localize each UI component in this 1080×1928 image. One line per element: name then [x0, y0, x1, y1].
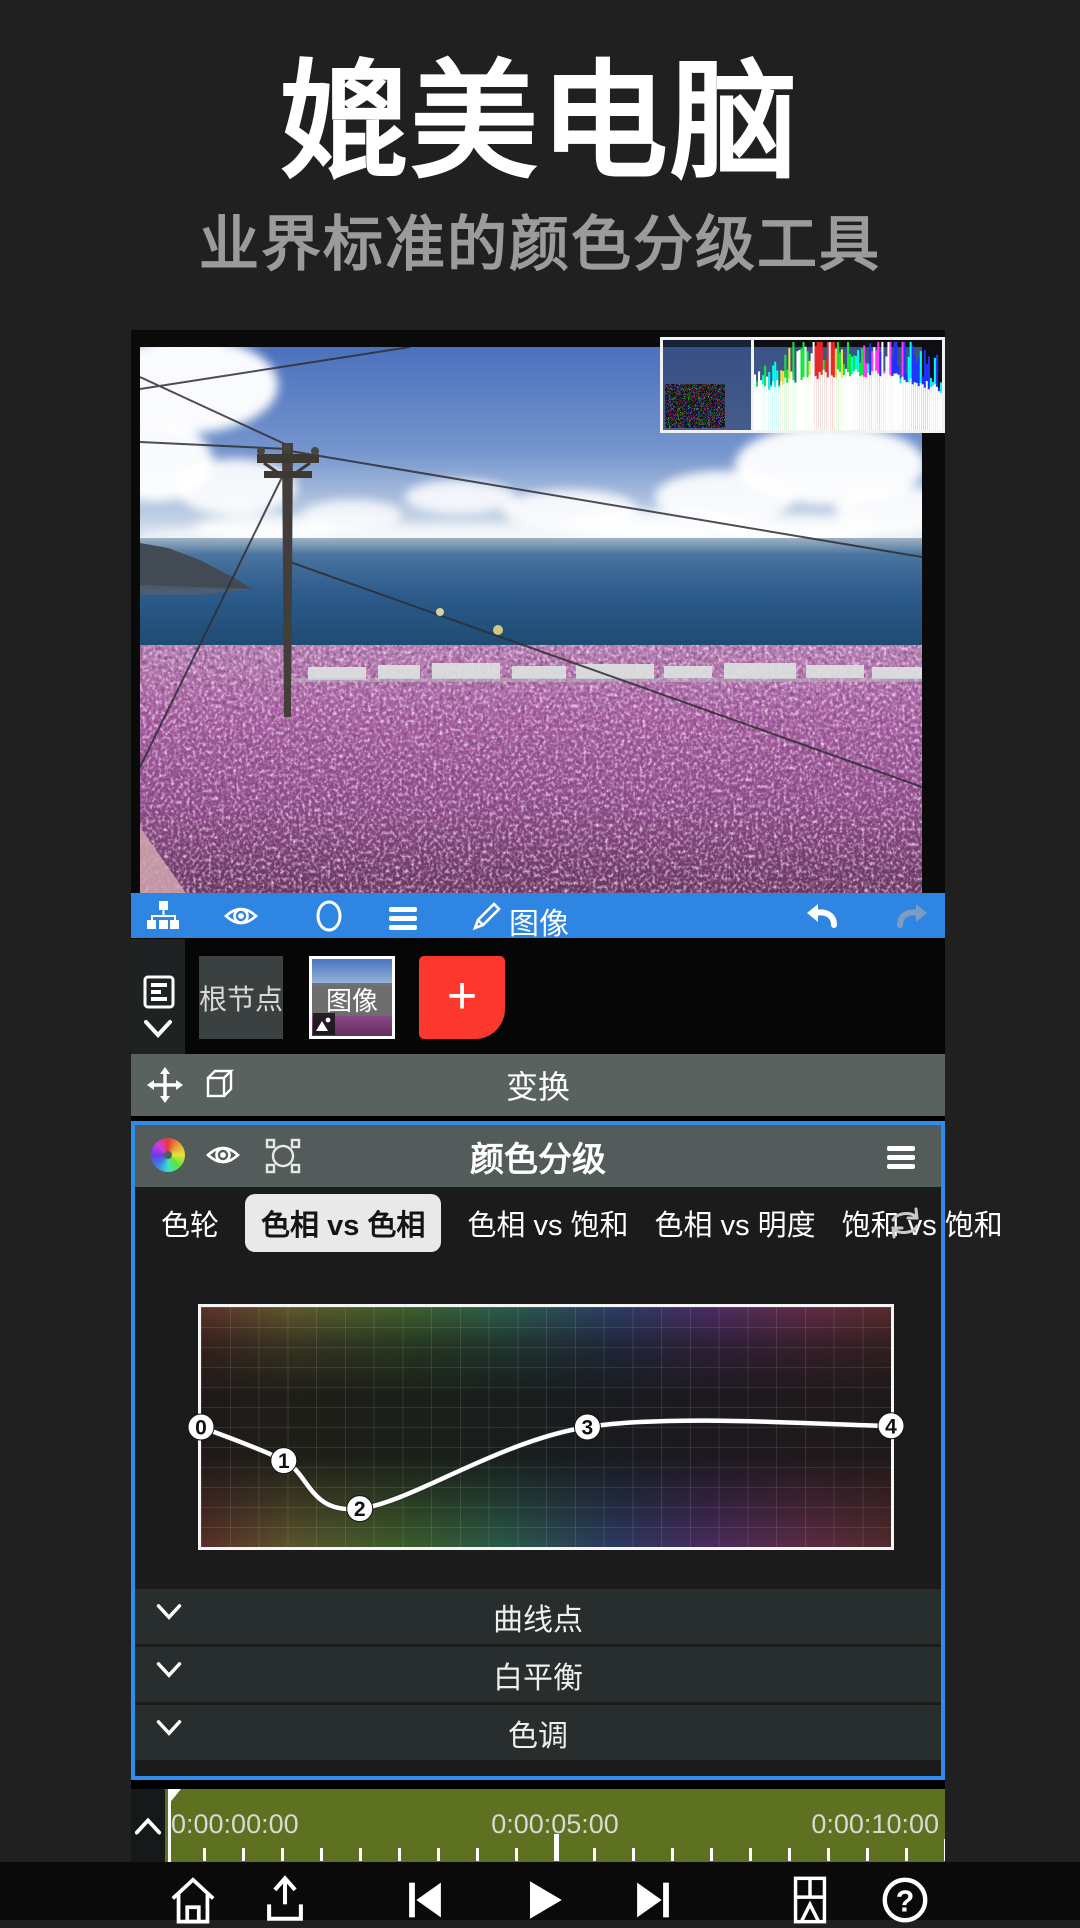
section-title: 曲线点: [135, 1595, 941, 1639]
timeline-tick: [671, 1848, 674, 1861]
curve-point-2[interactable]: 2: [347, 1496, 373, 1522]
scopes-overlay: [660, 337, 945, 433]
timeline-collapse-button[interactable]: [131, 1789, 165, 1863]
playhead-flag: [168, 1789, 181, 1805]
node-image-label: 图像: [312, 983, 392, 1016]
render-frame-icon[interactable]: [784, 1872, 836, 1924]
svg-text:1: 1: [278, 1450, 290, 1473]
timeline-tick: [554, 1834, 559, 1861]
grading-header: 颜色分级: [135, 1125, 941, 1187]
undo-icon[interactable]: [803, 898, 839, 934]
timeline-ruler[interactable]: 0:00:00:00 0:00:05:00 0:00:10:00: [165, 1789, 945, 1863]
selected-node-label: 图像: [509, 899, 569, 943]
menu-icon[interactable]: [887, 1138, 923, 1178]
node-root[interactable]: 根节点: [199, 956, 283, 1039]
home-icon[interactable]: [167, 1872, 219, 1924]
transform-section-header[interactable]: 变换: [131, 1054, 945, 1121]
curve-canvas[interactable]: 0 1 2 3 4: [198, 1304, 894, 1550]
chevron-down-icon[interactable]: [142, 1019, 174, 1039]
grading-sections: 曲线点白平衡色调: [135, 1589, 941, 1760]
transform-title: 变换: [131, 1062, 945, 1108]
timeline-tick: [242, 1848, 245, 1861]
timeline-tick: [827, 1848, 830, 1861]
refresh-icon[interactable]: [887, 1205, 923, 1241]
timeline-tick: [905, 1848, 908, 1861]
svg-text:3: 3: [582, 1417, 594, 1440]
curve-point-3[interactable]: 3: [574, 1414, 600, 1440]
node-image[interactable]: 图像: [309, 956, 395, 1039]
grading-section-1[interactable]: 白平衡: [135, 1647, 941, 1702]
node-track: 根节点 图像 +: [131, 938, 945, 1054]
timeline-tick: [710, 1848, 713, 1861]
timeline-tick: [398, 1848, 401, 1861]
page-title: 媲美电脑: [0, 18, 1080, 203]
timeline-tick: [281, 1848, 284, 1861]
play-icon[interactable]: [517, 1872, 569, 1924]
timeline-tick: [320, 1848, 323, 1861]
timeline: 0:00:00:00 0:00:05:00 0:00:10:00: [131, 1789, 945, 1863]
eye-icon[interactable]: [223, 898, 259, 934]
edit-toolbar: 图像: [131, 893, 945, 938]
grading-section-0[interactable]: 曲线点: [135, 1589, 941, 1644]
histogram-scope: [751, 340, 942, 430]
timeline-tick: [866, 1848, 869, 1861]
color-grading-panel: 颜色分级 色轮色相 vs 色相色相 vs 饱和色相 vs 明度饱和 vs 饱和 …: [131, 1121, 945, 1780]
timeline-tick: [203, 1848, 206, 1861]
timeline-tick: [437, 1848, 440, 1861]
add-node-button[interactable]: +: [419, 956, 505, 1039]
pencil-icon[interactable]: [469, 898, 505, 934]
curve-point-4[interactable]: 4: [878, 1413, 904, 1439]
layer-list-icon[interactable]: [143, 975, 175, 1009]
svg-text:4: 4: [885, 1415, 897, 1438]
timeline-tick: [944, 1839, 945, 1861]
grading-tab-3[interactable]: 色相 vs 明度: [655, 1202, 816, 1244]
circle-icon[interactable]: [311, 898, 347, 934]
svg-text:0: 0: [195, 1417, 207, 1440]
node-tree-icon[interactable]: [145, 898, 181, 934]
skip-end-icon[interactable]: [627, 1872, 679, 1924]
video-preview: [131, 330, 945, 893]
grading-tab-0[interactable]: 色轮: [161, 1202, 219, 1244]
export-icon[interactable]: [259, 1872, 311, 1924]
grading-title: 颜色分级: [135, 1125, 941, 1187]
bottom-toolbar: ?: [0, 1862, 1080, 1920]
grading-tab-2[interactable]: 色相 vs 饱和: [467, 1202, 628, 1244]
grading-tabs: 色轮色相 vs 色相色相 vs 饱和色相 vs 明度饱和 vs 饱和: [135, 1187, 941, 1259]
menu-icon[interactable]: [389, 898, 425, 939]
timeline-time-end: 0:00:10:00: [811, 1809, 939, 1840]
timeline-tick: [593, 1848, 596, 1861]
redo-icon[interactable]: [895, 898, 931, 934]
curve-point-1[interactable]: 1: [271, 1448, 297, 1474]
section-title: 色调: [135, 1711, 941, 1755]
track-sidebar: [131, 939, 185, 1054]
thumbnail-badge: [313, 1013, 335, 1035]
svg-text:?: ?: [896, 1886, 915, 1919]
grading-tab-1[interactable]: 色相 vs 色相: [245, 1194, 441, 1252]
page-subtitle: 业界标准的颜色分级工具: [0, 196, 1080, 283]
timeline-tick: [632, 1848, 635, 1861]
section-title: 白平衡: [135, 1653, 941, 1697]
timeline-tick: [476, 1848, 479, 1861]
skip-start-icon[interactable]: [399, 1872, 451, 1924]
timeline-tick: [749, 1848, 752, 1861]
curve-point-0[interactable]: 0: [188, 1414, 214, 1440]
waveform-scope: [663, 340, 751, 430]
help-icon[interactable]: ?: [879, 1872, 931, 1924]
timeline-tick: [788, 1848, 791, 1861]
timeline-tick: [515, 1848, 518, 1861]
grading-section-2[interactable]: 色调: [135, 1705, 941, 1760]
timeline-tick: [359, 1848, 362, 1861]
curve-editor: 0 1 2 3 4: [135, 1259, 941, 1589]
app-frame: 图像: [131, 330, 945, 1862]
svg-text:2: 2: [354, 1498, 366, 1521]
